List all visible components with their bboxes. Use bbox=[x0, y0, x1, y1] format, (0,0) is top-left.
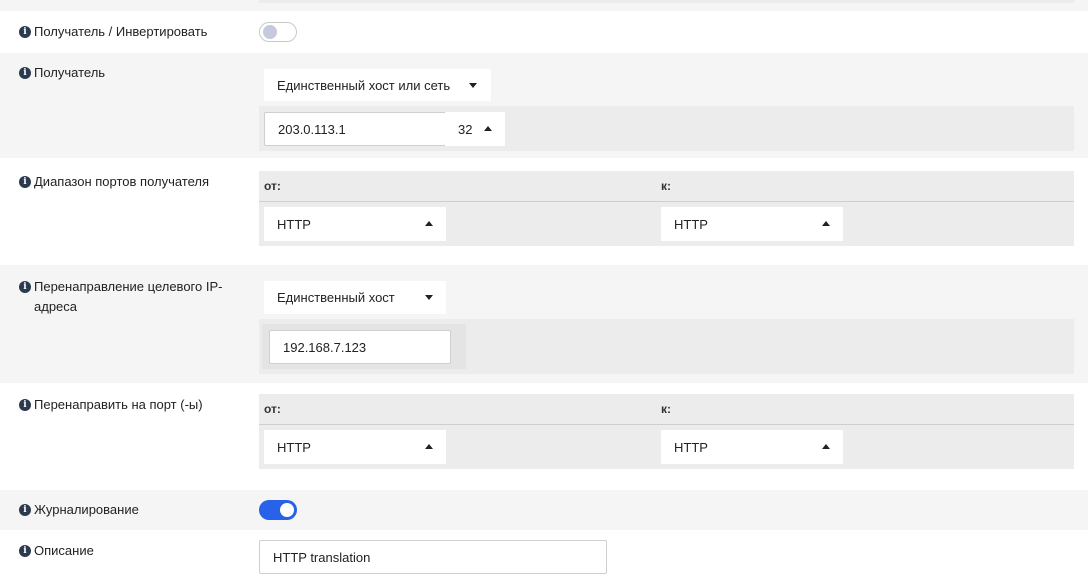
description-input[interactable]: HTTP translation bbox=[259, 540, 607, 574]
chevron-down-icon bbox=[425, 295, 433, 300]
destination-address-input[interactable]: 203.0.113.1 bbox=[264, 112, 446, 146]
destination-type-select[interactable]: Единственный хост или сеть bbox=[264, 69, 491, 101]
row-destination-invert: i Получатель / Инвертировать bbox=[0, 11, 1088, 53]
logging-toggle[interactable] bbox=[259, 500, 297, 520]
destination-label: i Получатель bbox=[19, 63, 105, 83]
row-destination: i Получатель Единственный хост или сеть … bbox=[0, 53, 1088, 158]
chevron-up-icon bbox=[484, 126, 492, 131]
redirect-target-ip-label: i Перенаправление целевого IP- адреса bbox=[19, 277, 222, 317]
redirect-port-to-select[interactable]: HTTP bbox=[661, 430, 843, 464]
destination-invert-toggle[interactable] bbox=[259, 22, 297, 42]
port-to-header: к: bbox=[661, 179, 672, 193]
divider bbox=[259, 201, 1074, 202]
row-logging: i Журналирование bbox=[0, 490, 1088, 530]
divider bbox=[259, 424, 1074, 425]
info-icon[interactable]: i bbox=[19, 176, 31, 188]
logging-label: i Журналирование bbox=[19, 500, 139, 520]
toggle-knob bbox=[263, 25, 277, 39]
info-icon[interactable]: i bbox=[19, 67, 31, 79]
chevron-up-icon bbox=[425, 444, 433, 449]
row-redirect-target-ip: i Перенаправление целевого IP- адреса Ед… bbox=[0, 265, 1088, 383]
info-icon[interactable]: i bbox=[19, 281, 31, 293]
chevron-up-icon bbox=[425, 221, 433, 226]
destination-port-from-select[interactable]: HTTP bbox=[264, 207, 446, 241]
redirect-port-from-select[interactable]: HTTP bbox=[264, 430, 446, 464]
port-from-header: от: bbox=[264, 179, 281, 193]
description-label: i Описание bbox=[19, 541, 94, 561]
row-redirect-port: i Перенаправить на порт (-ы) от: к: HTTP… bbox=[0, 383, 1088, 490]
port-from-header: от: bbox=[264, 402, 281, 416]
destination-port-to-select[interactable]: HTTP bbox=[661, 207, 843, 241]
redirect-target-type-select[interactable]: Единственный хост bbox=[264, 281, 446, 314]
row-description: i Описание HTTP translation bbox=[0, 530, 1088, 583]
chevron-up-icon bbox=[822, 221, 830, 226]
previous-row-panel bbox=[259, 0, 1074, 3]
previous-row-remnant bbox=[0, 0, 1088, 11]
info-icon[interactable]: i bbox=[19, 26, 31, 38]
redirect-port-label: i Перенаправить на порт (-ы) bbox=[19, 395, 203, 415]
destination-mask-select[interactable]: 32 bbox=[445, 112, 505, 146]
destination-port-range-label: i Диапазон портов получателя bbox=[19, 172, 209, 192]
info-icon[interactable]: i bbox=[19, 504, 31, 516]
port-to-header: к: bbox=[661, 402, 672, 416]
redirect-target-address-input[interactable]: 192.168.7.123 bbox=[269, 330, 451, 364]
destination-invert-label: i Получатель / Инвертировать bbox=[19, 22, 207, 42]
chevron-down-icon bbox=[469, 83, 477, 88]
info-icon[interactable]: i bbox=[19, 399, 31, 411]
info-icon[interactable]: i bbox=[19, 545, 31, 557]
chevron-up-icon bbox=[822, 444, 830, 449]
row-destination-port-range: i Диапазон портов получателя от: к: HTTP… bbox=[0, 158, 1088, 265]
toggle-knob bbox=[280, 503, 294, 517]
